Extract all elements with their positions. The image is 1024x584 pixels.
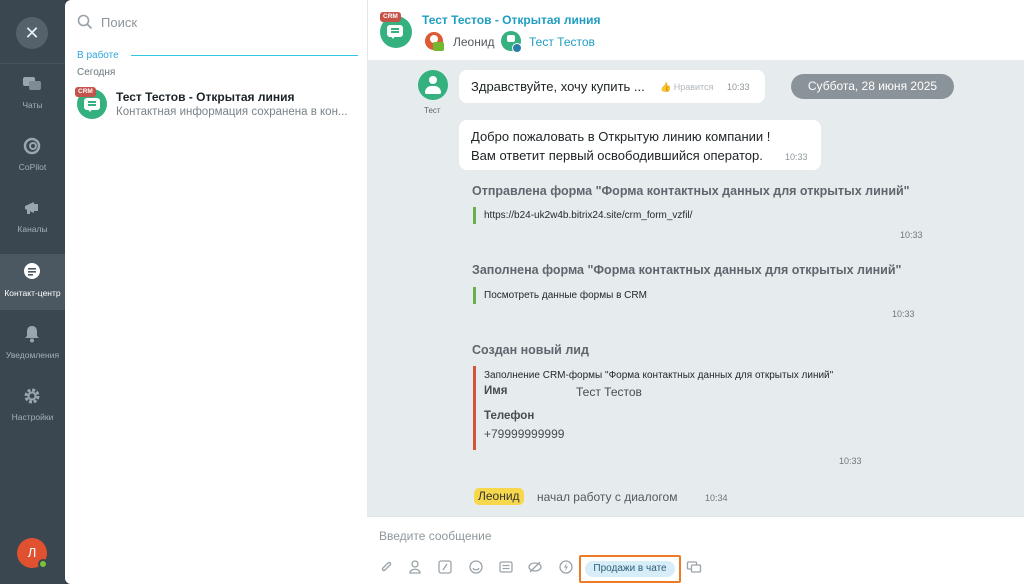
client-badge-icon — [512, 43, 522, 53]
message-text: Вам ответит первый освободившийся операт… — [471, 148, 763, 163]
quote-bar — [473, 366, 476, 450]
rail-item-channels[interactable]: Каналы — [0, 190, 65, 246]
rail-item-settings[interactable]: Настройки — [0, 378, 65, 434]
message-time: 10:33 — [727, 82, 750, 92]
chat-area: CRM Тест Тестов - Открытая линия Леонид … — [367, 0, 1024, 584]
chat-bubble-icon — [387, 25, 403, 39]
form-icon[interactable] — [437, 559, 453, 575]
system-welcome-message: Добро пожаловать в Открытую линию компан… — [459, 120, 821, 170]
field-value: Тест Тестов — [576, 385, 642, 399]
rail-item-label: Контакт-центр — [4, 288, 61, 298]
rail-item-label: Настройки — [11, 412, 54, 422]
date-group-label: Сегодня — [77, 67, 116, 78]
quote-bar — [473, 287, 476, 304]
like-label: Нравится — [673, 82, 714, 92]
rail-item-copilot[interactable]: CoPilot — [0, 128, 65, 184]
message-input[interactable] — [379, 525, 1009, 547]
client-message-avatar[interactable] — [418, 70, 448, 100]
thumbs-up-icon: 👍 — [660, 82, 674, 92]
bell-icon — [25, 326, 39, 343]
chat-title[interactable]: Тест Тестов - Открытая линия — [422, 13, 600, 27]
form-filled-title: Заполнена форма "Форма контактных данных… — [472, 263, 902, 277]
operator-name[interactable]: Леонид — [453, 35, 495, 49]
operator-mention[interactable]: Леонид — [474, 488, 524, 505]
message-time: 10:33 — [785, 152, 808, 162]
rail-item-contact-center[interactable]: Контакт-центр — [0, 254, 65, 310]
megaphone-icon — [25, 202, 38, 214]
chat-title: Тест Тестов - Открытая линия — [116, 90, 295, 104]
group-divider — [131, 55, 358, 56]
chat-list-item[interactable]: CRM Тест Тестов - Открытая линия Контакт… — [65, 83, 367, 127]
transfer-icon[interactable] — [686, 559, 702, 575]
rail-item-notifications[interactable]: Уведомления — [0, 316, 65, 372]
composer: Продажи в чате — [367, 516, 1024, 584]
quick-answer-icon[interactable] — [498, 559, 514, 575]
left-rail: ✕ Чаты CoPilot Каналы Контакт-центр Увед… — [0, 0, 65, 584]
field-label: Имя — [484, 385, 508, 397]
chat-list-panel: В работе Сегодня CRM Тест Тестов - Откры… — [65, 0, 367, 584]
gear-icon — [24, 388, 40, 404]
chat-bubble-icon — [84, 98, 100, 112]
crm-badge: CRM — [380, 12, 401, 22]
field-value: +79999999999 — [484, 427, 565, 441]
rail-divider — [0, 63, 65, 64]
lead-created-title: Создан новый лид — [472, 343, 589, 357]
rail-item-label: Каналы — [17, 224, 48, 234]
like-button[interactable]: 👍 Нравится — [660, 82, 713, 93]
sales-in-chat-button[interactable]: Продажи в чате — [579, 555, 681, 583]
client-message: Здравствуйте, хочу купить ... 👍 Нравится… — [459, 70, 765, 103]
message-time: 10:33 — [900, 230, 923, 240]
field-label: Телефон — [484, 410, 535, 422]
view-form-link[interactable]: Посмотреть данные формы в CRM — [484, 290, 647, 301]
chat-preview: Контактная информация сохранена в кон... — [116, 106, 348, 118]
crm-badge: CRM — [75, 87, 96, 97]
sales-in-chat-label: Продажи в чате — [585, 561, 675, 577]
quote-bar — [473, 207, 476, 224]
lightning-icon[interactable] — [558, 559, 574, 575]
copilot-icon — [23, 137, 41, 155]
search-input[interactable] — [101, 10, 351, 34]
form-link[interactable]: https://b24-uk2w4b.bitrix24.site/crm_for… — [484, 210, 692, 221]
rail-item-label: CoPilot — [18, 162, 47, 172]
message-text: Добро пожаловать в Открытую линию компан… — [471, 129, 771, 144]
message-time: 10:34 — [705, 493, 728, 503]
contact-center-icon — [24, 263, 40, 279]
hide-icon[interactable] — [527, 559, 543, 575]
message-time: 10:33 — [892, 309, 915, 319]
chat-header: CRM Тест Тестов - Открытая линия Леонид … — [367, 0, 1024, 60]
message-time: 10:33 — [839, 456, 862, 466]
rail-item-label: Уведомления — [5, 350, 60, 360]
messenger-window: ✕ Чаты CoPilot Каналы Контакт-центр Увед… — [0, 0, 1024, 584]
close-button[interactable]: ✕ — [16, 17, 48, 49]
person-icon[interactable] — [407, 559, 423, 575]
message-text: Здравствуйте, хочу купить ... — [471, 79, 645, 94]
client-name[interactable]: Тест Тестов — [529, 35, 595, 49]
client-label: Тест — [424, 106, 441, 115]
form-sent-title: Отправлена форма "Форма контактных данны… — [472, 184, 910, 198]
lead-description: Заполнение CRM-формы "Форма контактных д… — [484, 370, 834, 381]
search-icon — [77, 14, 93, 30]
rail-item-chats[interactable]: Чаты — [0, 66, 65, 122]
date-separator: Суббота, 28 июня 2025 — [791, 74, 954, 99]
online-status-dot — [38, 559, 48, 569]
chats-icon — [23, 77, 41, 90]
rail-item-label: Чаты — [22, 100, 43, 110]
crown-icon — [433, 42, 444, 51]
group-title: В работе — [77, 50, 119, 61]
close-icon: ✕ — [24, 23, 40, 43]
smile-icon[interactable] — [468, 559, 484, 575]
paperclip-icon[interactable] — [378, 559, 394, 575]
dialog-started-text: начал работу с диалогом — [537, 490, 678, 504]
